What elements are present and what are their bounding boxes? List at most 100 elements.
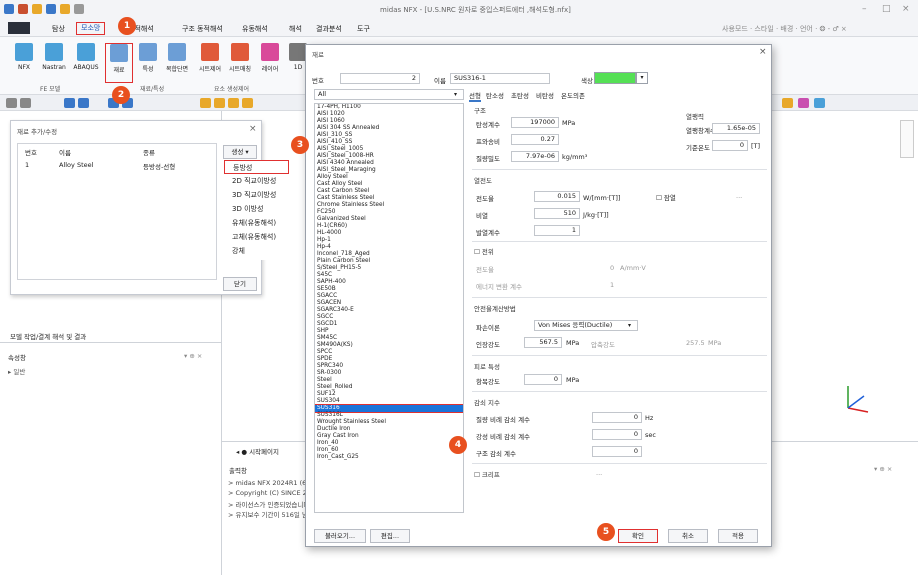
list-item[interactable]: Plain Carbon Steel xyxy=(315,258,463,265)
list-item[interactable]: SUS316L xyxy=(315,412,463,419)
list-item[interactable]: Wrought Stainless Steel xyxy=(315,419,463,426)
layer-button[interactable]: 레이어 xyxy=(256,43,284,83)
more-button[interactable]: ... xyxy=(596,469,602,477)
list-item[interactable]: AISI 304 SS Annealed xyxy=(315,125,463,132)
number-field[interactable]: 2 xyxy=(340,73,420,84)
composite-button[interactable]: 복합단면 xyxy=(163,43,191,83)
quick-access-toolbar[interactable] xyxy=(4,4,84,14)
menu-3d-anisotropic[interactable]: 3D 이방성 xyxy=(224,202,289,216)
tab-hyperelastic[interactable]: 초탄성 xyxy=(511,90,529,100)
tab-start-page[interactable]: ◂ ● 시작페이지 xyxy=(236,446,279,456)
menu-fluid[interactable]: 유체(유동해석) xyxy=(224,216,289,230)
list-item[interactable]: AISI_410_SS xyxy=(315,139,463,146)
list-item[interactable]: SUS304 xyxy=(315,398,463,405)
maximize-icon[interactable]: □ xyxy=(882,4,891,14)
menu-flow[interactable]: 유동해석 xyxy=(242,24,268,34)
menu-2d-orthotropic[interactable]: 2D 직교이방성 xyxy=(224,174,289,188)
list-item[interactable]: SR-0300 xyxy=(315,370,463,377)
list-item[interactable]: Gray Cast Iron xyxy=(315,433,463,440)
property-button[interactable]: 특성 xyxy=(134,43,162,83)
toolbar-icon[interactable] xyxy=(228,98,239,108)
more-button[interactable]: ... xyxy=(736,192,742,200)
open-icon[interactable] xyxy=(32,4,42,14)
saveas-icon[interactable] xyxy=(60,4,70,14)
list-item[interactable]: Hp-1 xyxy=(315,237,463,244)
load-button[interactable]: 불러오기... xyxy=(314,529,366,543)
edit-button[interactable]: 편집... xyxy=(370,529,410,543)
list-item[interactable]: SGACEN xyxy=(315,300,463,307)
list-item[interactable]: AISI_Steel_1005 xyxy=(315,146,463,153)
nfx-button[interactable]: NFX xyxy=(10,43,38,83)
panel-controls[interactable]: ▾ ⊕ × xyxy=(184,352,202,360)
toolbar-icon[interactable] xyxy=(798,98,809,108)
list-item[interactable]: SGCD1 xyxy=(315,321,463,328)
color-swatch[interactable] xyxy=(594,72,636,84)
cte-field[interactable]: 1.65e-05 xyxy=(712,123,760,134)
menu-dynamic[interactable]: 구조 동적해석 xyxy=(182,24,223,34)
toolbar-icon[interactable] xyxy=(214,98,225,108)
menu-isotropic[interactable]: 등방성 xyxy=(224,160,289,174)
menu-rigid[interactable]: 강체 xyxy=(224,244,289,258)
nastran-button[interactable]: Nastran xyxy=(40,43,68,83)
list-item[interactable]: FC250 xyxy=(315,209,463,216)
menu-tansang[interactable]: 탐상 xyxy=(52,24,65,34)
ref-temp-field[interactable]: 0 xyxy=(712,140,748,151)
side-tab[interactable] xyxy=(900,120,914,158)
mass-damping-field[interactable]: 0 xyxy=(592,412,642,423)
abaqus-button[interactable]: ABAQUS xyxy=(72,43,100,83)
list-item[interactable]: Ductile Iron xyxy=(315,426,463,433)
electric-checkbox[interactable]: ☐ 전위 xyxy=(474,246,494,256)
tab-linear[interactable]: 선형 xyxy=(469,90,481,102)
toolbar-icon[interactable] xyxy=(242,98,253,108)
list-item[interactable]: SE50B xyxy=(315,286,463,293)
table-cell[interactable]: 1 xyxy=(25,161,29,169)
latent-heat-checkbox[interactable]: ☐ 잠열 xyxy=(656,192,676,202)
tensile-strength-field[interactable]: 567.5 xyxy=(524,337,562,348)
list-item[interactable]: Iron_40 xyxy=(315,440,463,447)
stiffness-damping-field[interactable]: 0 xyxy=(592,429,642,440)
creep-checkbox[interactable]: ☐ 크리프 xyxy=(474,469,500,479)
structural-damping-field[interactable]: 0 xyxy=(592,446,642,457)
left-tabs[interactable]: 모델 작업/결계 해석 및 결과 xyxy=(10,331,86,341)
menu-solid-flow[interactable]: 고체(유동해석) xyxy=(224,230,289,244)
toolbar-icon[interactable] xyxy=(200,98,211,108)
list-item[interactable]: Cast Stainless Steel xyxy=(315,195,463,202)
seed-matching-button[interactable]: 시트매칭 xyxy=(226,43,254,83)
seed-control-button[interactable]: 시트제어 xyxy=(196,43,224,83)
conductivity-field[interactable]: 0.015 xyxy=(534,191,580,202)
list-item[interactable]: S/Steel_PH15-5 xyxy=(315,265,463,272)
list-item[interactable]: AISI 4340 Annealed xyxy=(315,160,463,167)
list-item[interactable]: Iron_60 xyxy=(315,447,463,454)
list-item[interactable]: AISI 1060 xyxy=(315,118,463,125)
elastic-modulus-field[interactable]: 197000 xyxy=(511,117,559,128)
app-menu-button[interactable] xyxy=(8,22,30,34)
list-item[interactable]: Galvanized Steel xyxy=(315,216,463,223)
list-item[interactable]: AISI_Steel_1008-HR xyxy=(315,153,463,160)
property-item-general[interactable]: ▸ 일반 xyxy=(8,366,25,376)
density-field[interactable]: 7.97e-06 xyxy=(511,151,559,162)
list-item[interactable]: Hp-4 xyxy=(315,244,463,251)
minimize-icon[interactable]: – xyxy=(862,4,867,14)
list-item[interactable]: SM490A(KS) xyxy=(315,342,463,349)
list-item[interactable]: 17-4PH, H1100 xyxy=(315,104,463,111)
toolbar-icon[interactable] xyxy=(20,98,31,108)
list-item[interactable]: SGACC xyxy=(315,293,463,300)
panel-controls[interactable]: ▾ ⊕ × xyxy=(874,465,892,473)
chevron-down-icon[interactable]: ▾ xyxy=(636,72,648,84)
list-item[interactable]: Steel_Rolled xyxy=(315,384,463,391)
undo-icon[interactable] xyxy=(74,4,84,14)
cancel-button[interactable]: 취소 xyxy=(668,529,708,543)
menu-modeling[interactable]: 모소망 xyxy=(76,22,106,35)
menu-analysis[interactable]: 해석 xyxy=(289,24,302,34)
menu-results[interactable]: 결과분석 xyxy=(316,24,342,34)
list-item[interactable]: SGARC340-E xyxy=(315,307,463,314)
list-item-selected[interactable]: SUS316 xyxy=(315,404,463,413)
close-icon[interactable]: × xyxy=(249,124,257,134)
list-item[interactable]: Chrome Stainless Steel xyxy=(315,202,463,209)
new-icon[interactable] xyxy=(18,4,28,14)
filter-select[interactable]: All xyxy=(314,89,464,100)
list-item[interactable]: AISI 1020 xyxy=(315,111,463,118)
close-icon[interactable]: × xyxy=(759,47,767,57)
list-item[interactable]: SPCC xyxy=(315,349,463,356)
close-button[interactable]: 닫기 xyxy=(223,277,257,291)
